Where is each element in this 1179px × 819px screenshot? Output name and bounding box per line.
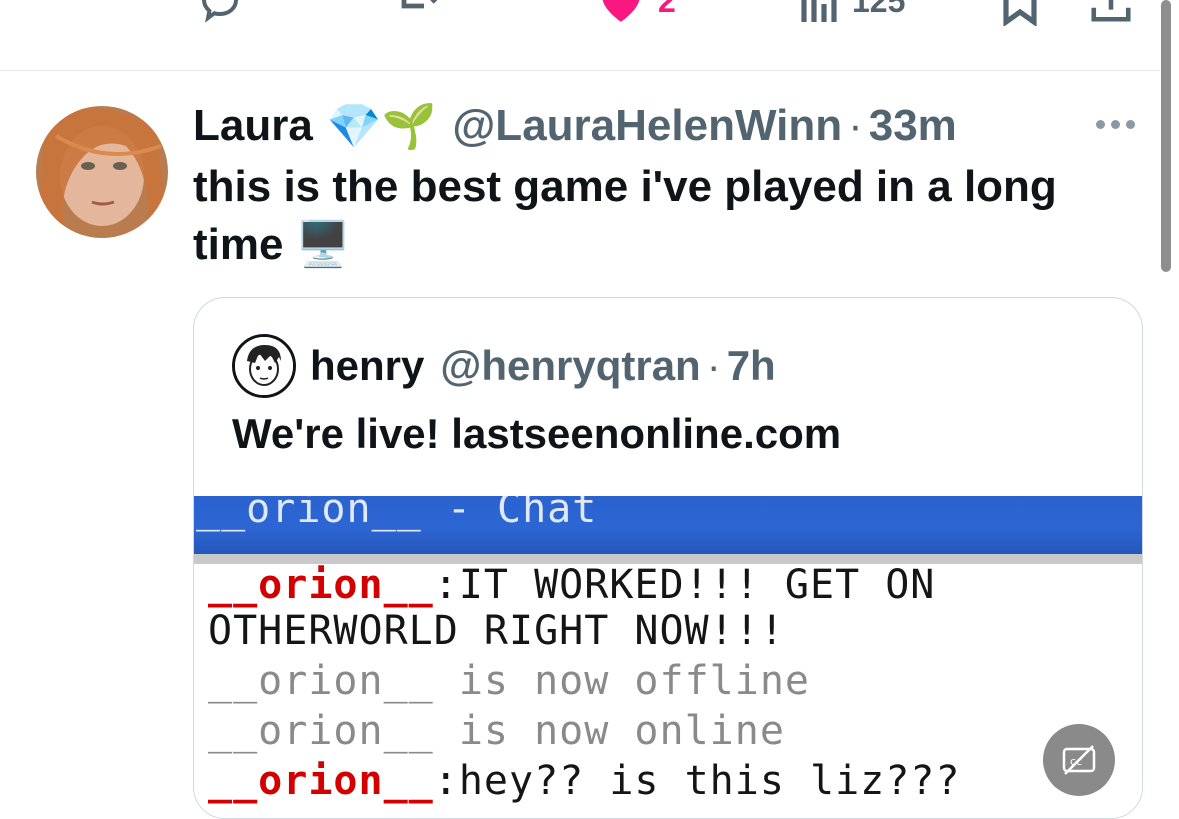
chat-line: OTHERWORLD RIGHT NOW!!! (208, 608, 785, 654)
display-name[interactable]: Laura (193, 101, 313, 151)
scrollbar[interactable] (1161, 0, 1171, 272)
quote-text: We're live! lastseenonline.com (232, 410, 842, 457)
quoted-tweet-card[interactable]: henry @henryqtran · 7h We're live! lasts… (193, 297, 1143, 819)
user-handle[interactable]: @LauraHelenWinn (452, 101, 842, 151)
bookmark-icon (1003, 0, 1037, 26)
captions-toggle-button[interactable]: cc (1043, 724, 1115, 796)
more-dots-icon (1096, 119, 1105, 129)
heart-filled-icon (602, 0, 640, 22)
reply-icon (201, 0, 239, 23)
chat-line: __orion__ is now offline (208, 658, 810, 704)
like-count: 2 (658, 0, 676, 19)
views-count: 125 (852, 0, 906, 19)
timestamp[interactable]: 33m (869, 101, 957, 151)
chat-line: __orion__ is now online (208, 708, 785, 754)
computer-emoji: 🖥️ (295, 220, 351, 269)
quote-handle[interactable]: @henryqtran (440, 342, 700, 390)
tweet-text: this is the best game i've played in a l… (193, 158, 1113, 274)
repost-button[interactable] (398, 0, 450, 26)
avatar[interactable] (36, 106, 168, 238)
reply-button[interactable] (196, 0, 244, 26)
separator-dot: · (848, 101, 863, 150)
chat-window-title: __orion__ - Chat (196, 496, 598, 532)
repost-icon (401, 0, 438, 9)
quote-media-image[interactable]: __orion__ - Chat __orion__:IT WORKED!!! … (194, 496, 1142, 818)
quote-avatar (232, 334, 296, 398)
chat-line: __orion__:hey?? is this liz??? (208, 758, 961, 804)
chat-line: __orion__:IT WORKED!!! GET ON (208, 562, 936, 608)
quote-timestamp[interactable]: 7h (727, 342, 776, 390)
bookmark-button[interactable] (1000, 0, 1040, 26)
quote-display-name[interactable]: henry (310, 342, 424, 390)
views-button[interactable]: 125 (800, 0, 905, 24)
drawn-avatar-icon (235, 337, 293, 395)
quote-separator-dot: · (706, 342, 721, 389)
like-button[interactable]: 2 (596, 0, 676, 24)
share-button[interactable] (1088, 0, 1134, 26)
name-emojis: 💎🌱 (326, 102, 437, 151)
tweet-action-bar: 2 125 (0, 0, 1160, 71)
tweet-header: Laura 💎🌱 @LauraHelenWinn · 33m (193, 96, 957, 156)
views-chart-icon (801, 0, 837, 22)
quote-header: henry @henryqtran · 7h (232, 334, 776, 398)
more-options-button[interactable] (1096, 112, 1138, 136)
captions-off-icon: cc (1062, 745, 1096, 775)
share-icon (1091, 0, 1131, 22)
chat-window-titlebar: __orion__ - Chat (194, 496, 1142, 554)
avatar-photo (36, 106, 168, 238)
